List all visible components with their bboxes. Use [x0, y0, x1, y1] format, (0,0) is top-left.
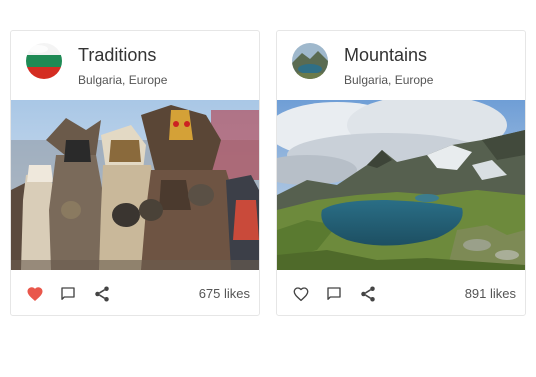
comment-icon [61, 287, 75, 300]
card-image-kukeri [11, 100, 259, 270]
likes-count: 891 likes [464, 286, 516, 301]
share-icon [361, 286, 375, 302]
card-subtitle: Bulgaria, Europe [78, 73, 168, 87]
heart-outline-icon [293, 287, 309, 302]
share-button[interactable] [91, 283, 113, 305]
comment-button[interactable] [57, 283, 79, 305]
share-button[interactable] [357, 283, 379, 305]
heart-filled-icon [27, 287, 43, 302]
like-button[interactable] [24, 283, 46, 305]
likes-count: 675 likes [198, 286, 250, 301]
like-button[interactable] [290, 283, 312, 305]
card-actions: 891 likes [277, 270, 525, 315]
card-title: Traditions [78, 45, 157, 65]
card-title: Mountains [344, 45, 428, 65]
comment-icon [327, 287, 341, 300]
bulgarian-flag-avatar [26, 43, 62, 79]
post-card-mountains: Mountains Bulgaria, Europe 891 likes [276, 30, 526, 316]
comment-button[interactable] [323, 283, 345, 305]
share-icon [95, 286, 109, 302]
card-subtitle: Bulgaria, Europe [344, 73, 434, 87]
card-header: Traditions Bulgaria, Europe [11, 31, 259, 100]
post-card-traditions: Traditions Bulgaria, Europe 675 likes [10, 30, 260, 316]
card-actions: 675 likes [11, 270, 259, 315]
mountain-lake-avatar [292, 43, 328, 79]
card-header: Mountains Bulgaria, Europe [277, 31, 525, 100]
card-image-mountain-lake [277, 100, 525, 270]
